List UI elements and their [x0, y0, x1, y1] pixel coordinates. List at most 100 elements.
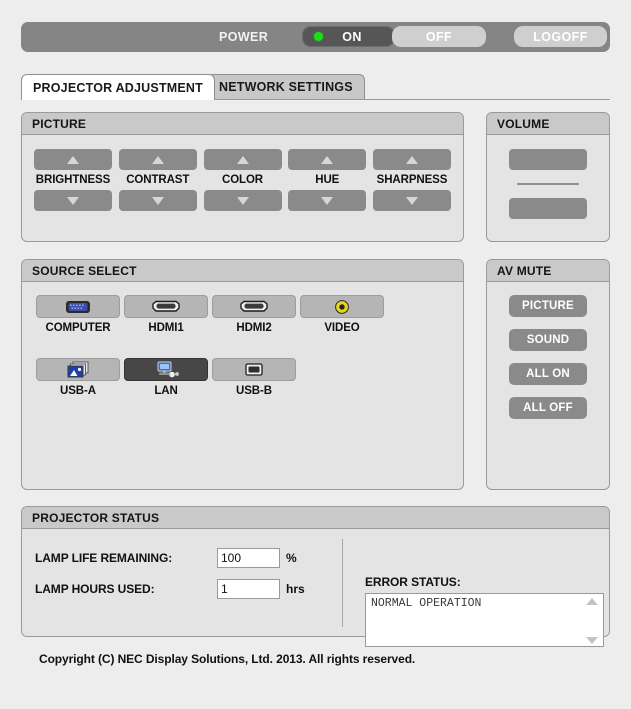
lamp-hours-field: LAMP HOURS USED: 1 hrs	[35, 579, 305, 599]
error-status-label: ERROR STATUS:	[365, 575, 461, 589]
source-item-hdmi1: HDMI1	[124, 295, 208, 334]
av-mute-all-off-button[interactable]: ALL OFF	[509, 397, 587, 419]
lamp-life-unit: %	[286, 551, 297, 565]
triangle-down-icon	[321, 196, 334, 205]
tab-network-settings[interactable]: NETWORK SETTINGS	[207, 74, 365, 99]
projector-status-body: LAMP LIFE REMAINING: 100 % LAMP HOURS US…	[22, 529, 609, 647]
projector-status-panel: PROJECTOR STATUS LAMP LIFE REMAINING: 10…	[21, 506, 610, 647]
brightness-down-button[interactable]	[34, 190, 112, 211]
hue-label: HUE	[315, 174, 340, 186]
lamp-hours-input[interactable]: 1	[217, 579, 280, 599]
source-item-lan: LAN	[124, 358, 208, 397]
contrast-up-button[interactable]	[118, 149, 197, 170]
source-select-panel-title: SOURCE SELECT	[22, 260, 463, 282]
source-item-computer: COMPUTER	[36, 295, 120, 334]
lamp-hours-unit: hrs	[286, 582, 305, 596]
chevron-up-icon[interactable]	[586, 598, 598, 605]
power-on-button[interactable]: ON	[302, 26, 395, 47]
lamp-life-input[interactable]: 100	[217, 548, 280, 568]
status-divider	[342, 539, 343, 627]
picture-control-color: COLOR	[203, 149, 282, 211]
source-row-spacer	[36, 334, 463, 358]
source-label-computer: COMPUTER	[45, 322, 111, 334]
triangle-down-icon	[236, 196, 249, 205]
hdmi-connector-icon	[152, 300, 180, 312]
triangle-down-icon	[67, 196, 79, 205]
lan-network-icon	[157, 361, 179, 377]
source-row-1: COMPUTER HDMI1 HDMI2 VIDEO	[36, 295, 463, 334]
lamp-hours-label: LAMP HOURS USED:	[35, 582, 155, 596]
power-on-label: ON	[342, 29, 362, 44]
av-mute-buttons: PICTURE SOUND ALL ON ALL OFF	[487, 282, 609, 431]
sharpness-down-button[interactable]	[373, 190, 451, 211]
lamp-life-field: LAMP LIFE REMAINING: 100 %	[35, 548, 297, 568]
triangle-down-icon	[151, 196, 164, 205]
lamp-life-label: LAMP LIFE REMAINING:	[35, 551, 173, 565]
vga-connector-icon	[66, 300, 90, 313]
source-row-2: USB-A LAN USB-B	[36, 358, 463, 397]
volume-divider	[517, 183, 579, 185]
source-button-lan[interactable]	[124, 358, 208, 381]
rca-composite-icon	[335, 299, 349, 314]
source-item-video: VIDEO	[300, 295, 384, 334]
color-down-button[interactable]	[203, 190, 282, 211]
source-button-usb-a[interactable]	[36, 358, 120, 381]
power-led-icon	[314, 32, 323, 41]
triangle-up-icon	[321, 155, 334, 164]
contrast-label: CONTRAST	[126, 174, 190, 186]
logoff-button[interactable]: LOGOFF	[514, 26, 607, 47]
av-mute-sound-button[interactable]: SOUND	[509, 329, 587, 351]
source-label-hdmi1: HDMI1	[148, 322, 184, 334]
hdmi-connector-icon	[240, 300, 268, 312]
volume-controls	[487, 135, 609, 219]
triangle-up-icon	[236, 155, 249, 164]
picture-panel-title: PICTURE	[22, 113, 463, 135]
error-status-text: NORMAL OPERATION	[371, 597, 482, 610]
volume-panel-title: VOLUME	[487, 113, 609, 135]
source-label-video: VIDEO	[324, 322, 360, 334]
source-button-hdmi2[interactable]	[212, 295, 296, 318]
picture-control-hue: HUE	[288, 149, 367, 211]
av-mute-all-on-button[interactable]: ALL ON	[509, 363, 587, 385]
source-button-hdmi1[interactable]	[124, 295, 208, 318]
volume-up-button[interactable]	[509, 149, 587, 170]
av-mute-panel-title: AV MUTE	[487, 260, 609, 282]
picture-controls-row: BRIGHTNESS CONTRAST COLOR HUE SHARPNESS	[22, 135, 463, 211]
chevron-down-icon[interactable]	[586, 637, 598, 644]
source-button-video[interactable]	[300, 295, 384, 318]
error-status-box[interactable]: NORMAL OPERATION	[365, 593, 604, 647]
power-off-button[interactable]: OFF	[392, 26, 486, 47]
error-status-scrollbar[interactable]	[584, 598, 600, 644]
usb-a-images-icon	[67, 361, 89, 377]
source-select-panel: SOURCE SELECT COMPUTER HDMI1 HDMI2 VIDEO…	[21, 259, 464, 490]
triangle-down-icon	[406, 196, 418, 205]
projector-status-panel-title: PROJECTOR STATUS	[22, 507, 609, 529]
color-up-button[interactable]	[203, 149, 282, 170]
av-mute-picture-button[interactable]: PICTURE	[509, 295, 587, 317]
picture-control-contrast: CONTRAST	[118, 149, 197, 211]
source-label-usb-b: USB-B	[236, 385, 272, 397]
source-item-usb-a: USB-A	[36, 358, 120, 397]
hue-up-button[interactable]	[288, 149, 367, 170]
power-label: POWER	[219, 30, 269, 44]
sharpness-up-button[interactable]	[373, 149, 451, 170]
tab-bar: PROJECTOR ADJUSTMENT NETWORK SETTINGS	[21, 74, 610, 100]
source-item-hdmi2: HDMI2	[212, 295, 296, 334]
power-bar: POWER ON OFF LOGOFF	[21, 22, 610, 52]
source-button-computer[interactable]	[36, 295, 120, 318]
triangle-up-icon	[406, 155, 418, 164]
color-label: COLOR	[221, 174, 264, 186]
hue-down-button[interactable]	[288, 190, 367, 211]
brightness-up-button[interactable]	[34, 149, 112, 170]
contrast-down-button[interactable]	[118, 190, 197, 211]
tab-projector-adjustment[interactable]: PROJECTOR ADJUSTMENT	[21, 74, 215, 100]
picture-control-brightness: BRIGHTNESS	[34, 149, 112, 211]
triangle-up-icon	[67, 155, 79, 164]
volume-panel: VOLUME	[486, 112, 610, 242]
volume-down-button[interactable]	[509, 198, 587, 219]
source-label-lan: LAN	[154, 385, 178, 397]
source-item-usb-b: USB-B	[212, 358, 296, 397]
picture-panel: PICTURE BRIGHTNESS CONTRAST COLOR HUE SH…	[21, 112, 464, 242]
av-mute-panel: AV MUTE PICTURE SOUND ALL ON ALL OFF	[486, 259, 610, 490]
source-button-usb-b[interactable]	[212, 358, 296, 381]
